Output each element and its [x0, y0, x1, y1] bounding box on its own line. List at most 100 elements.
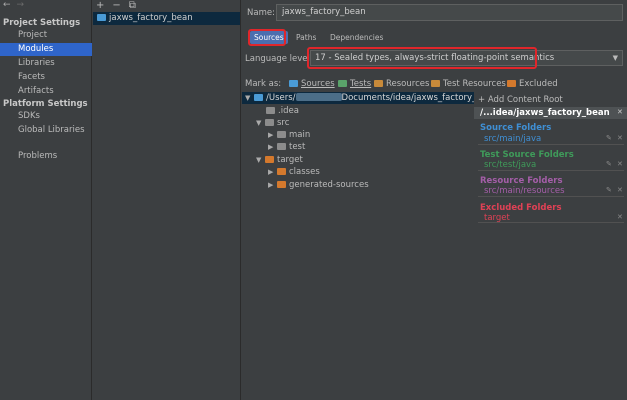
language-level-label: Language level: — [245, 54, 313, 64]
remove-module-icon[interactable]: − — [112, 0, 120, 11]
remove-icon[interactable]: ✕ — [617, 186, 623, 194]
sources-folder-icon — [289, 80, 298, 87]
tree-label-idea: .idea — [278, 106, 299, 116]
tree-label-classes: classes — [289, 167, 320, 177]
root-folder-icon — [254, 94, 263, 101]
mark-tests-label: Tests — [350, 79, 372, 89]
copy-module-icon[interactable]: ⧉ — [129, 0, 136, 11]
tree-row-test[interactable]: ▶ test — [268, 141, 305, 153]
module-folder-icon — [97, 14, 106, 21]
tree-row-target[interactable]: ▼ target — [256, 154, 303, 166]
edit-icon[interactable]: ✎ — [606, 186, 612, 194]
nav-item-sdks[interactable]: SDKs — [0, 110, 92, 123]
excluded-folder-icon — [277, 168, 286, 175]
resources-folder-icon — [374, 80, 383, 87]
mark-as-label: Mark as: — [245, 79, 282, 89]
nav-history: ← → — [3, 0, 30, 10]
language-level-highlight — [307, 47, 537, 69]
nav-item-libraries[interactable]: Libraries — [0, 57, 92, 70]
tree-label-test: test — [289, 142, 306, 152]
tree-row-src[interactable]: ▼ src — [256, 117, 289, 129]
divider — [478, 196, 624, 197]
chevron-down-icon[interactable]: ▼ — [245, 92, 254, 104]
add-content-root-button[interactable]: + Add Content Root — [478, 95, 563, 105]
chevron-right-icon[interactable]: ▶ — [268, 141, 277, 153]
test-resources-folder-icon — [431, 80, 440, 87]
chevron-right-icon[interactable]: ▶ — [268, 179, 277, 191]
chevron-down-icon[interactable]: ▼ — [256, 117, 265, 129]
redacted-username — [295, 93, 342, 101]
module-list-panel — [92, 0, 241, 400]
add-module-icon[interactable]: + — [96, 0, 104, 11]
tree-label-main: main — [289, 130, 311, 140]
mark-sources-button[interactable]: Sources — [289, 79, 335, 89]
test-folders-title: Test Source Folders — [480, 150, 574, 160]
sources-tab-highlight — [248, 29, 286, 46]
mark-excluded-button[interactable]: Excluded — [507, 79, 558, 89]
module-item-label: jaxws_factory_bean — [109, 13, 193, 23]
mark-as-bar: Mark as: Sources Tests Resources Test Re… — [245, 79, 558, 89]
back-arrow-icon[interactable]: ← — [3, 0, 11, 10]
tree-label-generated-sources: generated-sources — [289, 180, 369, 190]
project-settings-heading: Project Settings — [3, 18, 81, 28]
platform-settings-heading: Platform Settings — [3, 99, 88, 109]
mark-test-resources-label: Test Resources — [443, 79, 506, 89]
root-path-start: /Users/ — [266, 93, 296, 103]
tree-row-main[interactable]: ▶ main — [268, 129, 310, 141]
tree-row-generated-sources[interactable]: ▶ generated-sources — [268, 179, 369, 191]
source-folders-title: Source Folders — [480, 123, 552, 133]
edit-icon[interactable]: ✎ — [606, 160, 612, 168]
folder-icon — [265, 119, 274, 126]
remove-icon[interactable]: ✕ — [617, 160, 623, 168]
tree-row-root[interactable]: ▼ /Users/Documents/idea/jaxws_factory_bea — [245, 92, 492, 104]
source-folder-path: src/main/java — [484, 134, 542, 144]
mark-resources-button[interactable]: Resources — [374, 79, 429, 89]
mark-resources-label: Resources — [386, 79, 430, 89]
mark-excluded-label: Excluded — [519, 79, 558, 89]
nav-item-project[interactable]: Project — [0, 29, 92, 42]
chevron-down-icon: ▼ — [612, 54, 618, 62]
chevron-down-icon[interactable]: ▼ — [256, 154, 265, 166]
module-name-input[interactable]: jaxws_factory_bean — [276, 4, 623, 21]
chevron-right-icon[interactable]: ▶ — [268, 129, 277, 141]
folder-icon — [277, 143, 286, 150]
remove-icon[interactable]: ✕ — [617, 134, 623, 142]
divider — [478, 170, 624, 171]
name-label: Name: — [247, 8, 275, 18]
excluded-folders-title: Excluded Folders — [480, 203, 562, 213]
module-item[interactable]: jaxws_factory_bean — [93, 12, 240, 25]
tests-folder-icon — [338, 80, 347, 87]
tab-paths[interactable]: Paths — [296, 31, 316, 44]
nav-item-problems[interactable]: Problems — [0, 150, 92, 163]
mark-test-resources-button[interactable]: Test Resources — [431, 79, 506, 89]
excluded-folder-icon — [265, 156, 274, 163]
content-root-path: /...idea/jaxws_factory_bean — [474, 107, 627, 119]
resource-folders-title: Resource Folders — [480, 176, 563, 186]
excluded-folder-icon — [507, 80, 516, 87]
test-folder-path: src/test/java — [484, 160, 537, 170]
remove-icon[interactable]: ✕ — [617, 213, 623, 221]
nav-item-artifacts[interactable]: Artifacts — [0, 85, 92, 98]
edit-icon[interactable]: ✎ — [606, 134, 612, 142]
tab-dependencies[interactable]: Dependencies — [330, 31, 383, 44]
tree-label-target: target — [277, 155, 303, 165]
nav-item-facets[interactable]: Facets — [0, 71, 92, 84]
tree-row-idea[interactable]: .idea — [266, 105, 299, 117]
chevron-right-icon[interactable]: ▶ — [268, 166, 277, 178]
resource-folder-path: src/main/resources — [484, 186, 565, 196]
divider — [478, 144, 624, 145]
forward-arrow-icon[interactable]: → — [17, 0, 25, 10]
divider — [478, 222, 624, 223]
nav-item-global-libraries[interactable]: Global Libraries — [0, 124, 92, 137]
remove-root-icon[interactable]: ✕ — [617, 108, 623, 116]
mark-tests-button[interactable]: Tests — [338, 79, 371, 89]
root-path-end: Documents/idea/jaxws_factory_bea — [341, 93, 493, 103]
module-toolbar: + − ⧉ — [96, 0, 144, 11]
folder-icon — [277, 131, 286, 138]
excluded-folder-icon — [277, 181, 286, 188]
mark-sources-label: Sources — [301, 79, 335, 89]
tree-row-classes[interactable]: ▶ classes — [268, 166, 320, 178]
nav-item-modules[interactable]: Modules — [0, 43, 92, 56]
tree-label-src: src — [277, 118, 290, 128]
folder-icon — [266, 107, 275, 114]
